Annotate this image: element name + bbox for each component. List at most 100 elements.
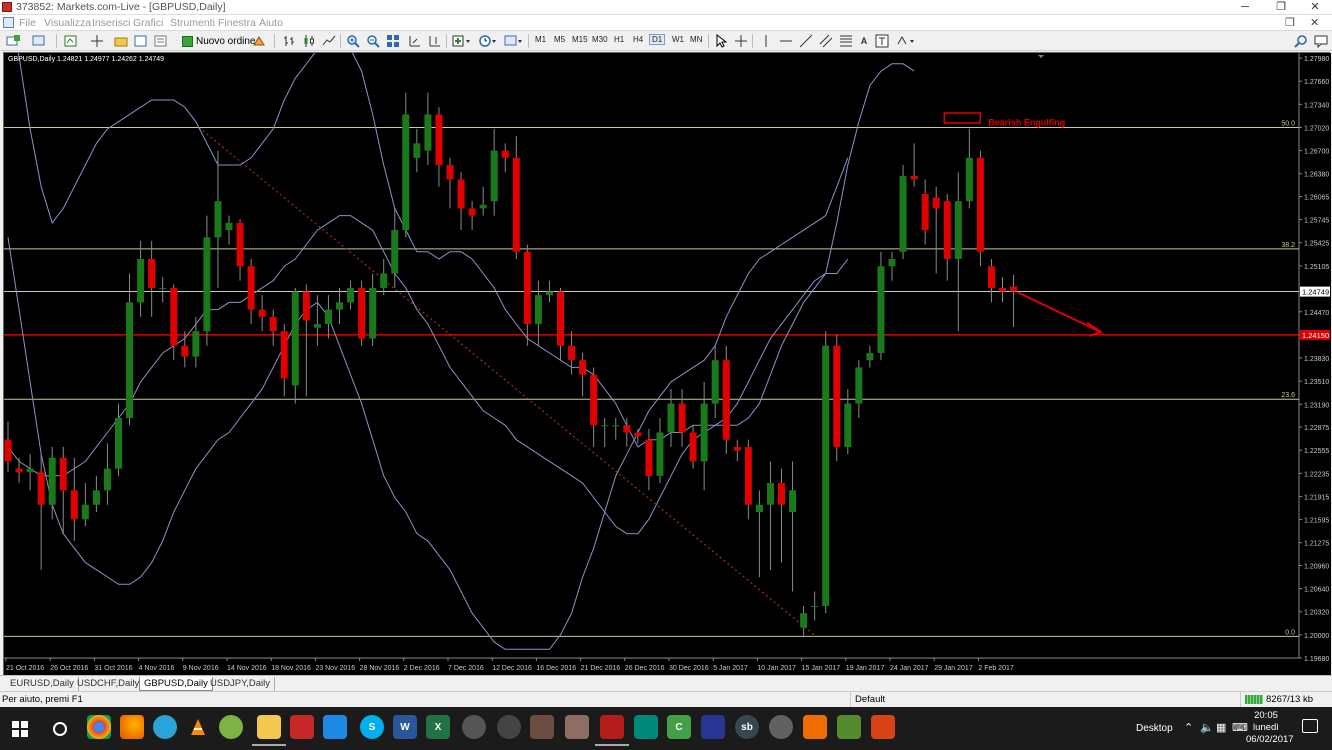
cortana-button[interactable] — [40, 707, 80, 750]
horizontal-line-tool-button[interactable] — [778, 33, 794, 49]
new-order-button[interactable]: Nuovo ordine — [179, 33, 258, 49]
tile-windows-button[interactable] — [384, 33, 402, 49]
timeframe-mn[interactable]: MN — [690, 35, 702, 44]
close-button[interactable]: ✕ — [1298, 0, 1332, 15]
periods-button[interactable] — [476, 33, 500, 49]
tray-chevron-icon[interactable]: ⌃ — [1184, 721, 1193, 734]
menu-aiuto[interactable]: Aiuto — [259, 17, 283, 29]
tab-eurusd[interactable]: EURUSD,Daily — [6, 677, 79, 691]
speaker-icon[interactable]: 🔈 — [1200, 721, 1214, 734]
menu-visualizza[interactable]: Visualizza — [44, 17, 91, 29]
flag-app-icon[interactable] — [701, 715, 725, 739]
sb-app-icon[interactable]: sb — [735, 715, 759, 739]
camtasia-icon[interactable]: C — [667, 715, 691, 739]
time-axis-label: 7 Dec 2016 — [448, 665, 484, 672]
vlc-icon[interactable] — [186, 715, 210, 739]
webcam-app-icon[interactable] — [769, 715, 793, 739]
dropbox-icon[interactable] — [323, 715, 347, 739]
chart-window[interactable]: 50.0 38.2 23.6 0.0 Bearish Engulfing 1.27980 1… — [3, 52, 1331, 676]
crosshair-move-button[interactable] — [88, 33, 106, 49]
word-icon[interactable]: W — [393, 715, 417, 739]
zoom-out-button[interactable] — [364, 33, 382, 49]
chat-app-icon[interactable] — [634, 715, 658, 739]
chart-shift-button[interactable] — [426, 33, 444, 49]
candlestick-button[interactable] — [300, 33, 318, 49]
bar-chart-button[interactable] — [280, 33, 298, 49]
market-watch-button[interactable] — [62, 33, 80, 49]
menu-grafici[interactable]: Grafici — [133, 17, 163, 29]
child-restore-button[interactable]: ❐ — [1285, 16, 1295, 29]
terminal-button[interactable] — [132, 33, 150, 49]
document-icon[interactable] — [3, 17, 14, 28]
tab-usdjpy[interactable]: USDJPY,Daily — [206, 677, 276, 691]
excel-icon[interactable]: X — [426, 715, 450, 739]
status-profile[interactable]: Default — [855, 694, 885, 705]
strategy-tester-button[interactable] — [152, 33, 170, 49]
file-explorer-icon[interactable] — [252, 715, 286, 746]
skype-icon[interactable]: S — [360, 715, 384, 739]
navigator-button[interactable] — [112, 33, 130, 49]
start-button[interactable] — [0, 707, 40, 750]
timeframe-m15[interactable]: M15 — [572, 35, 588, 44]
aperture-app-icon[interactable] — [497, 715, 521, 739]
channel-tool-button[interactable] — [818, 33, 834, 49]
templates-button[interactable] — [502, 33, 526, 49]
crosshair-tool-button[interactable] — [733, 33, 749, 49]
profiles-button[interactable] — [30, 33, 52, 49]
text-label-icon — [875, 34, 889, 48]
zoom-in-button[interactable] — [344, 33, 362, 49]
search-button[interactable] — [1293, 33, 1309, 49]
network-icon[interactable]: ▦ — [1216, 721, 1226, 734]
timeframe-h4[interactable]: H4 — [633, 35, 643, 44]
toolbox-app-icon[interactable] — [565, 715, 589, 739]
auto-scroll-button[interactable] — [406, 33, 424, 49]
chat-button[interactable] — [1313, 33, 1329, 49]
text-label-tool-button[interactable] — [874, 33, 890, 49]
vertical-line-tool-button[interactable] — [758, 33, 774, 49]
menu-finestra[interactable]: Finestra — [218, 17, 256, 29]
timeframe-h1[interactable]: H1 — [614, 35, 624, 44]
candle-body — [468, 208, 476, 216]
telegram-icon[interactable] — [153, 715, 177, 739]
cursor-tool-button[interactable] — [713, 33, 729, 49]
trendline-tool-button[interactable] — [798, 33, 814, 49]
menu-strumenti[interactable]: Strumenti — [170, 17, 215, 29]
line-chart-button[interactable] — [320, 33, 338, 49]
tab-gbpusd[interactable]: GBPUSD,Daily — [139, 677, 213, 691]
price-chart[interactable]: 50.0 38.2 23.6 0.0 Bearish Engulfing 1.27980 1… — [4, 53, 1331, 676]
firefox-icon[interactable] — [120, 715, 144, 739]
timeframe-d1[interactable]: D1 — [649, 34, 666, 45]
menu-file[interactable]: File — [19, 17, 36, 29]
bear-app-icon[interactable] — [803, 715, 827, 739]
horizontal-line-icon — [780, 40, 792, 42]
media-app-icon[interactable] — [530, 715, 554, 739]
text-tool-button[interactable]: A — [856, 33, 872, 49]
taskbar-clock[interactable]: 20:05 lunedì 06/02/2017 — [1246, 710, 1294, 746]
child-close-button[interactable]: ✕ — [1310, 16, 1319, 29]
notifications-icon[interactable] — [1302, 719, 1318, 733]
utorrent-icon[interactable] — [219, 715, 243, 739]
menu-inserisci[interactable]: Inserisci — [92, 17, 131, 29]
expert-advisors-button[interactable] — [250, 33, 268, 49]
powerpoint-icon[interactable] — [871, 715, 895, 739]
arrows-tool-button[interactable] — [894, 33, 918, 49]
new-chart-button[interactable] — [4, 33, 26, 49]
indicators-button[interactable] — [450, 33, 474, 49]
tab-usdchf[interactable]: USDCHF,Daily — [73, 677, 145, 691]
fibonacci-tool-button[interactable] — [838, 33, 854, 49]
timeframe-m1[interactable]: M1 — [535, 35, 546, 44]
access-icon[interactable] — [290, 715, 314, 739]
timeframe-m5[interactable]: M5 — [554, 35, 565, 44]
restore-button[interactable]: ❐ — [1264, 0, 1298, 15]
candle-body — [833, 345, 841, 447]
connection-status[interactable]: 8267/13 kb — [1245, 694, 1313, 705]
candle-body — [402, 114, 410, 231]
timeframe-m30[interactable]: M30 — [592, 35, 608, 44]
timeframe-w1[interactable]: W1 — [672, 35, 684, 44]
network-app-icon[interactable] — [462, 715, 486, 739]
minimize-button[interactable]: ─ — [1228, 0, 1262, 15]
desktop-toolbar-label[interactable]: Desktop — [1136, 723, 1173, 734]
metatrader-taskbar-icon[interactable] — [595, 715, 629, 746]
chrome-icon[interactable] — [87, 715, 111, 739]
messenger-app-icon[interactable] — [837, 715, 861, 739]
